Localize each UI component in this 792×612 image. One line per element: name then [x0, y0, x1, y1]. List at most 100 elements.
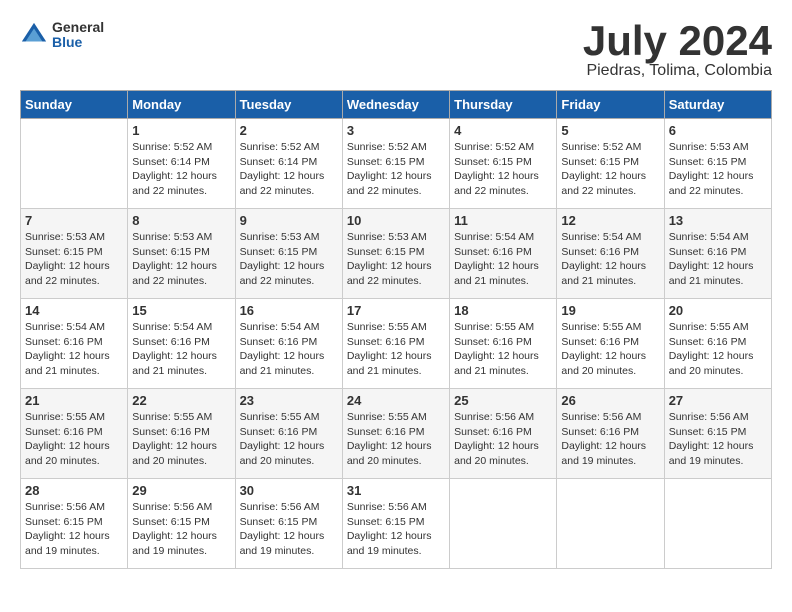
calendar-cell: 6 Sunrise: 5:53 AM Sunset: 6:15 PM Daylig… [664, 119, 771, 209]
title-section: July 2024 Piedras, Tolima, Colombia [583, 20, 772, 80]
calendar-cell: 22 Sunrise: 5:55 AM Sunset: 6:16 PM Dayli… [128, 389, 235, 479]
calendar-cell: 28 Sunrise: 5:56 AM Sunset: 6:15 PM Dayli… [21, 479, 128, 569]
calendar-cell: 24 Sunrise: 5:55 AM Sunset: 6:16 PM Dayli… [342, 389, 449, 479]
day-number: 26 [561, 393, 659, 408]
cell-info: Sunrise: 5:52 AM Sunset: 6:15 PM Dayligh… [561, 140, 659, 199]
calendar-cell: 3 Sunrise: 5:52 AM Sunset: 6:15 PM Daylig… [342, 119, 449, 209]
header-thursday: Thursday [450, 91, 557, 119]
calendar-cell: 25 Sunrise: 5:56 AM Sunset: 6:16 PM Dayli… [450, 389, 557, 479]
logo: General Blue [20, 20, 104, 51]
day-number: 31 [347, 483, 445, 498]
calendar-cell: 12 Sunrise: 5:54 AM Sunset: 6:16 PM Dayli… [557, 209, 664, 299]
logo-general-text: General [52, 20, 104, 35]
cell-info: Sunrise: 5:52 AM Sunset: 6:15 PM Dayligh… [454, 140, 552, 199]
calendar-cell: 27Sunrise: 5:56 AM Sunset: 6:15 PM Dayli… [664, 389, 771, 479]
cell-info: Sunrise: 5:55 AM Sunset: 6:16 PM Dayligh… [132, 410, 230, 469]
calendar-cell: 21 Sunrise: 5:55 AM Sunset: 6:16 PM Dayli… [21, 389, 128, 479]
cell-info: Sunrise: 5:56 AM Sunset: 6:16 PM Dayligh… [454, 410, 552, 469]
day-number: 7 [25, 213, 123, 228]
calendar-cell: 18 Sunrise: 5:55 AM Sunset: 6:16 PM Dayli… [450, 299, 557, 389]
calendar-cell: 4 Sunrise: 5:52 AM Sunset: 6:15 PM Daylig… [450, 119, 557, 209]
day-number: 2 [240, 123, 338, 138]
cell-info: Sunrise: 5:55 AM Sunset: 6:16 PM Dayligh… [347, 320, 445, 379]
page-header: General Blue July 2024 Piedras, Tolima, … [20, 20, 772, 80]
logo-blue-text: Blue [52, 35, 104, 50]
calendar-cell: 13 Sunrise: 5:54 AM Sunset: 6:16 PM Dayli… [664, 209, 771, 299]
month-title: July 2024 [583, 20, 772, 62]
calendar-cell: 26Sunrise: 5:56 AM Sunset: 6:16 PM Dayli… [557, 389, 664, 479]
cell-info: Sunrise: 5:53 AM Sunset: 6:15 PM Dayligh… [669, 140, 767, 199]
day-number: 9 [240, 213, 338, 228]
cell-info: Sunrise: 5:54 AM Sunset: 6:16 PM Dayligh… [669, 230, 767, 289]
calendar-cell: 14 Sunrise: 5:54 AM Sunset: 6:16 PM Dayli… [21, 299, 128, 389]
calendar-week-row: 14 Sunrise: 5:54 AM Sunset: 6:16 PM Dayli… [21, 299, 772, 389]
day-number: 13 [669, 213, 767, 228]
calendar-week-row: 7 Sunrise: 5:53 AM Sunset: 6:15 PM Daylig… [21, 209, 772, 299]
calendar-cell: 17 Sunrise: 5:55 AM Sunset: 6:16 PM Dayli… [342, 299, 449, 389]
cell-info: Sunrise: 5:56 AM Sunset: 6:15 PM Dayligh… [347, 500, 445, 559]
header-tuesday: Tuesday [235, 91, 342, 119]
calendar-table: SundayMondayTuesdayWednesdayThursdayFrid… [20, 90, 772, 569]
day-number: 14 [25, 303, 123, 318]
day-number: 21 [25, 393, 123, 408]
calendar-cell: 9 Sunrise: 5:53 AM Sunset: 6:15 PM Daylig… [235, 209, 342, 299]
calendar-cell: 1Sunrise: 5:52 AM Sunset: 6:14 PM Daylig… [128, 119, 235, 209]
day-number: 24 [347, 393, 445, 408]
cell-info: Sunrise: 5:55 AM Sunset: 6:16 PM Dayligh… [25, 410, 123, 469]
calendar-cell [664, 479, 771, 569]
day-number: 16 [240, 303, 338, 318]
logo-icon [20, 21, 48, 49]
day-number: 6 [669, 123, 767, 138]
calendar-cell: 23Sunrise: 5:55 AM Sunset: 6:16 PM Dayli… [235, 389, 342, 479]
header-sunday: Sunday [21, 91, 128, 119]
cell-info: Sunrise: 5:56 AM Sunset: 6:15 PM Dayligh… [132, 500, 230, 559]
cell-info: Sunrise: 5:55 AM Sunset: 6:16 PM Dayligh… [669, 320, 767, 379]
calendar-cell: 29 Sunrise: 5:56 AM Sunset: 6:15 PM Dayli… [128, 479, 235, 569]
location-text: Piedras, Tolima, Colombia [583, 62, 772, 80]
day-number: 28 [25, 483, 123, 498]
calendar-cell: 8 Sunrise: 5:53 AM Sunset: 6:15 PM Daylig… [128, 209, 235, 299]
calendar-cell: 15 Sunrise: 5:54 AM Sunset: 6:16 PM Dayli… [128, 299, 235, 389]
calendar-cell [557, 479, 664, 569]
cell-info: Sunrise: 5:52 AM Sunset: 6:14 PM Dayligh… [240, 140, 338, 199]
day-number: 4 [454, 123, 552, 138]
day-number: 18 [454, 303, 552, 318]
cell-info: Sunrise: 5:54 AM Sunset: 6:16 PM Dayligh… [561, 230, 659, 289]
calendar-cell: 16Sunrise: 5:54 AM Sunset: 6:16 PM Dayli… [235, 299, 342, 389]
header-monday: Monday [128, 91, 235, 119]
cell-info: Sunrise: 5:52 AM Sunset: 6:14 PM Dayligh… [132, 140, 230, 199]
calendar-cell: 2 Sunrise: 5:52 AM Sunset: 6:14 PM Daylig… [235, 119, 342, 209]
day-number: 15 [132, 303, 230, 318]
calendar-cell [21, 119, 128, 209]
calendar-cell: 5Sunrise: 5:52 AM Sunset: 6:15 PM Daylig… [557, 119, 664, 209]
day-number: 25 [454, 393, 552, 408]
cell-info: Sunrise: 5:55 AM Sunset: 6:16 PM Dayligh… [561, 320, 659, 379]
day-number: 3 [347, 123, 445, 138]
cell-info: Sunrise: 5:56 AM Sunset: 6:15 PM Dayligh… [25, 500, 123, 559]
day-number: 8 [132, 213, 230, 228]
day-number: 22 [132, 393, 230, 408]
day-number: 29 [132, 483, 230, 498]
cell-info: Sunrise: 5:55 AM Sunset: 6:16 PM Dayligh… [454, 320, 552, 379]
cell-info: Sunrise: 5:53 AM Sunset: 6:15 PM Dayligh… [240, 230, 338, 289]
header-wednesday: Wednesday [342, 91, 449, 119]
cell-info: Sunrise: 5:55 AM Sunset: 6:16 PM Dayligh… [347, 410, 445, 469]
cell-info: Sunrise: 5:52 AM Sunset: 6:15 PM Dayligh… [347, 140, 445, 199]
day-number: 17 [347, 303, 445, 318]
calendar-cell: 31 Sunrise: 5:56 AM Sunset: 6:15 PM Dayli… [342, 479, 449, 569]
cell-info: Sunrise: 5:54 AM Sunset: 6:16 PM Dayligh… [454, 230, 552, 289]
day-number: 30 [240, 483, 338, 498]
day-number: 10 [347, 213, 445, 228]
cell-info: Sunrise: 5:54 AM Sunset: 6:16 PM Dayligh… [25, 320, 123, 379]
calendar-cell: 11Sunrise: 5:54 AM Sunset: 6:16 PM Dayli… [450, 209, 557, 299]
calendar-week-row: 28 Sunrise: 5:56 AM Sunset: 6:15 PM Dayli… [21, 479, 772, 569]
cell-info: Sunrise: 5:56 AM Sunset: 6:15 PM Dayligh… [240, 500, 338, 559]
cell-info: Sunrise: 5:53 AM Sunset: 6:15 PM Dayligh… [25, 230, 123, 289]
header-saturday: Saturday [664, 91, 771, 119]
day-number: 27 [669, 393, 767, 408]
calendar-cell: 20Sunrise: 5:55 AM Sunset: 6:16 PM Dayli… [664, 299, 771, 389]
cell-info: Sunrise: 5:54 AM Sunset: 6:16 PM Dayligh… [132, 320, 230, 379]
calendar-week-row: 1Sunrise: 5:52 AM Sunset: 6:14 PM Daylig… [21, 119, 772, 209]
cell-info: Sunrise: 5:53 AM Sunset: 6:15 PM Dayligh… [132, 230, 230, 289]
day-number: 12 [561, 213, 659, 228]
